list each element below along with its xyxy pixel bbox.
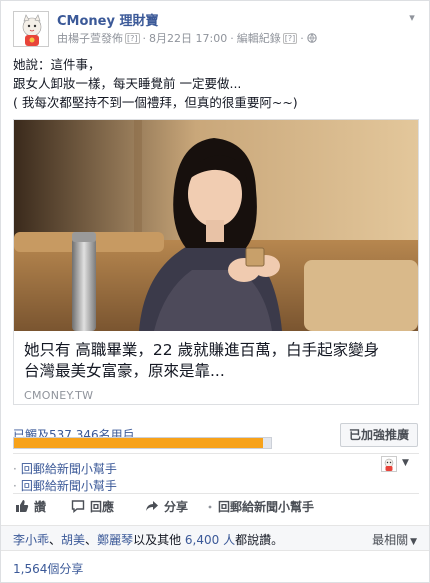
likes-text: 李小乖、胡美、鄭麗琴以及其他 6,400 人都說讚。 xyxy=(13,533,284,547)
comment-button[interactable]: 回應 xyxy=(71,498,114,515)
link-title[interactable]: 她只有 高職畢業，22 歲就賺進百萬，白手起家變身 台灣最美女富豪，原來是靠..… xyxy=(24,340,414,382)
reply-as-label: 回郵給新聞小幫手 xyxy=(20,462,117,476)
link-title-line: 台灣最美女富豪，原來是靠... xyxy=(24,362,225,380)
actor-selector[interactable]: ▼ xyxy=(381,456,418,472)
chevron-down-icon: ▼ xyxy=(410,537,417,547)
action-bar: 讚 回應 分享 回郵給新聞小幫手 xyxy=(13,498,419,518)
liker-link[interactable]: 胡美 xyxy=(61,533,85,547)
published-by[interactable]: 由楊子萱發佈 xyxy=(57,32,123,45)
share-button[interactable]: 分享 xyxy=(145,498,188,515)
like-label: 讚 xyxy=(34,500,47,514)
comment-label: 回應 xyxy=(90,500,115,514)
post-line: 跟女人卸妝一樣，每天睡覺前 一定要做... xyxy=(13,76,242,91)
post-line: 她說：這件事， xyxy=(13,57,101,72)
other-likers-link[interactable]: 6,400 人 xyxy=(185,533,235,547)
post-line: ( 我每次都堅持不到一個禮拜，但真的很重要阿~~) xyxy=(13,95,298,110)
actor-avatar xyxy=(381,456,397,472)
thumbs-up-icon xyxy=(15,499,29,513)
post-meta: 由楊子萱發佈 [?] · 8月22日 17:00 · 編輯紀錄 [?] · xyxy=(57,30,317,46)
page-name[interactable]: CMoney 理財寶 xyxy=(57,10,158,29)
divider xyxy=(13,493,419,494)
reply-as-label: 回郵給新聞小幫手 xyxy=(20,479,117,493)
globe-icon[interactable] xyxy=(307,32,317,45)
post-card: CMoney 理財寶 由楊子萱發佈 [?] · 8月22日 17:00 · 編輯紀錄 [?]… xyxy=(0,0,430,583)
likes-summary: 李小乖、胡美、鄭麗琴以及其他 6,400 人都說讚。 最相關 ▼ xyxy=(1,525,429,551)
edit-history-help-icon[interactable]: [?] xyxy=(282,33,298,44)
page-avatar[interactable] xyxy=(13,11,49,47)
link-domain: CMONEY.TW xyxy=(24,389,94,402)
liker-link[interactable]: 李小乖 xyxy=(13,533,49,547)
reply-as-link[interactable]: · 回郵給新聞小幫手 xyxy=(13,460,117,477)
share-count[interactable]: 1,564個分享 xyxy=(13,560,83,577)
share-arrow-icon xyxy=(145,499,159,513)
edit-history-link[interactable]: 編輯紀錄 xyxy=(237,32,281,45)
like-button[interactable]: 讚 xyxy=(15,498,46,515)
boost-button[interactable]: 已加強推廣 xyxy=(340,423,418,447)
divider xyxy=(13,453,419,454)
likes-connector: 以及其他 xyxy=(133,533,182,547)
chevron-down-icon: ▼ xyxy=(402,458,409,468)
post-message: 她說：這件事， 跟女人卸妝一樣，每天睡覺前 一定要做... ( 我每次都堅持不到… xyxy=(13,55,419,112)
link-preview-card[interactable]: 她只有 高職畢業，22 歲就賺進百萬，白手起家變身 台灣最美女富豪，原來是靠..… xyxy=(13,119,419,405)
comment-icon xyxy=(71,499,85,513)
comment-sort-dropdown[interactable]: 最相關 ▼ xyxy=(372,531,417,548)
liker-link[interactable]: 鄭麗琴 xyxy=(97,533,133,547)
post-timestamp[interactable]: 8月22日 17:00 xyxy=(149,32,227,45)
sort-label: 最相關 xyxy=(372,533,409,547)
likes-suffix: 都說讚。 xyxy=(235,533,284,547)
reply-as-button[interactable]: 回郵給新聞小幫手 xyxy=(206,498,314,515)
share-label: 分享 xyxy=(164,500,189,514)
reach-progress-bar xyxy=(13,437,272,449)
link-preview-image[interactable] xyxy=(14,120,418,331)
bullet-icon xyxy=(206,499,214,513)
reply-as-label: 回郵給新聞小幫手 xyxy=(218,500,315,514)
published-by-help-icon[interactable]: [?] xyxy=(125,33,140,44)
reply-as-link[interactable]: · 回郵給新聞小幫手 xyxy=(13,477,117,494)
post-header: CMoney 理財寶 由楊子萱發佈 [?] · 8月22日 17:00 · 編輯紀錄 [?]… xyxy=(13,9,419,51)
reach-progress-fill xyxy=(14,438,264,448)
post-options-chevron-icon[interactable]: ▾ xyxy=(405,11,419,24)
link-title-line: 她只有 高職畢業，22 歲就賺進百萬，白手起家變身 xyxy=(24,341,380,359)
